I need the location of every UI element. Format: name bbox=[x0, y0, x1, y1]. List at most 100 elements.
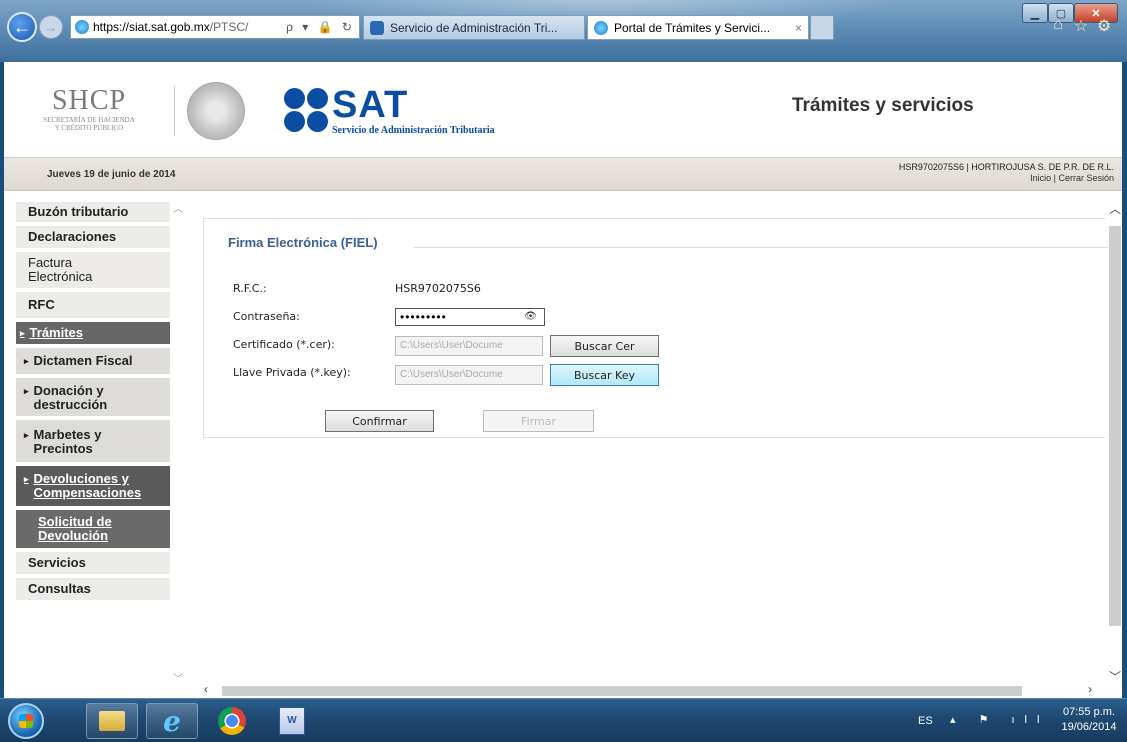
sat-logo-dot bbox=[307, 88, 328, 109]
chevron-up-icon[interactable]: ︿ bbox=[1108, 200, 1122, 217]
chrome-icon bbox=[218, 707, 246, 735]
chevron-left-icon[interactable]: ‹ bbox=[204, 682, 208, 696]
expand-arrow-icon: ▸ bbox=[20, 328, 25, 338]
expand-arrow-icon: ▸ bbox=[24, 430, 29, 440]
taskbar-word[interactable]: W bbox=[266, 703, 318, 739]
scroll-thumb[interactable] bbox=[222, 686, 1022, 696]
cert-label: Certificado (*.cer): bbox=[233, 338, 335, 351]
confirmar-button[interactable]: Confirmar bbox=[325, 410, 434, 432]
back-arrow-icon[interactable]: ← bbox=[7, 12, 37, 42]
language-indicator[interactable]: ES bbox=[918, 715, 933, 727]
sat-logo-dot bbox=[284, 88, 305, 109]
vertical-scrollbar[interactable]: ︿ ﹀ bbox=[1108, 196, 1122, 686]
windows-flag-icon bbox=[19, 714, 33, 728]
url-path: /PTSC/ bbox=[209, 20, 249, 34]
sidebar-item-donacion[interactable]: ▸ Donación y destrucción bbox=[16, 378, 170, 418]
sat-favicon-icon bbox=[370, 20, 384, 35]
sidebar-item-factura[interactable]: Factura Electrónica bbox=[16, 252, 170, 290]
sidebar-item-tramites[interactable]: ▸ Trámites bbox=[16, 322, 170, 346]
sidebar-item-declaraciones[interactable]: Declaraciones bbox=[16, 226, 170, 250]
chevron-down-icon[interactable]: ﹀ bbox=[172, 670, 184, 685]
star-icon[interactable]: ☆ bbox=[1071, 16, 1091, 36]
ie-favicon-icon bbox=[594, 20, 608, 35]
sidebar-item-rfc[interactable]: RFC bbox=[16, 292, 170, 320]
key-file-input[interactable]: C:\Users\User\Docume bbox=[395, 365, 543, 385]
sidebar-item-label: Declaraciones bbox=[28, 229, 117, 244]
sat-logo[interactable]: SAT Servicio de Administración Tributari… bbox=[284, 84, 544, 138]
chevron-up-icon[interactable]: ︿ bbox=[172, 200, 184, 215]
mexico-coat-of-arms-icon bbox=[187, 82, 245, 140]
word-icon: W bbox=[279, 707, 305, 735]
address-controls[interactable]: ρ ▾ 🔒 ↻ bbox=[286, 20, 355, 34]
tab-sat[interactable]: Servicio de Administración Tri... bbox=[363, 15, 585, 40]
cert-file-input[interactable]: C:\Users\User\Docume bbox=[395, 336, 543, 356]
key-label: Llave Privada (*.key): bbox=[233, 366, 351, 379]
show-password-icon[interactable]: 👁 bbox=[524, 309, 538, 325]
sat-logo-text: SAT bbox=[332, 84, 409, 126]
close-tab-icon[interactable]: × bbox=[795, 21, 802, 35]
sidebar-item-label: Donación y destrucción bbox=[33, 383, 108, 412]
sidebar-item-devoluciones[interactable]: ▸ Devoluciones y Compensaciones bbox=[16, 466, 170, 508]
buscar-cer-button[interactable]: Buscar Cer bbox=[550, 335, 659, 357]
taskbar-chrome[interactable] bbox=[206, 703, 258, 739]
minimize-button[interactable]: ▁ bbox=[1022, 3, 1048, 23]
folder-icon bbox=[99, 711, 125, 731]
gear-icon[interactable]: ⚙ bbox=[1094, 16, 1114, 36]
session-links[interactable]: Inicio | Cerrar Sesión bbox=[899, 173, 1114, 184]
browser-titlebar: ▁ ▢ ✕ ← → https://siat.sat.gob.mx /PTSC/… bbox=[0, 0, 1127, 62]
sat-logo-dot bbox=[284, 111, 305, 132]
sidebar-item-consultas[interactable]: Consultas bbox=[16, 578, 170, 602]
new-tab-button[interactable] bbox=[810, 15, 834, 40]
fieldset-border bbox=[414, 247, 1114, 248]
url-host: https://siat.sat.gob.mx bbox=[93, 20, 210, 34]
sidebar-item-label: Servicios bbox=[28, 555, 86, 570]
rfc-label: R.F.C.: bbox=[233, 282, 267, 295]
windows-start-icon[interactable] bbox=[8, 703, 44, 739]
info-bar: Jueves 19 de junio de 2014 HSR9702075S6 … bbox=[4, 157, 1122, 191]
expand-arrow-icon: ▸ bbox=[24, 474, 29, 484]
clock[interactable]: 07:55 p.m. 19/06/2014 bbox=[1058, 705, 1120, 735]
user-info: HSR9702075S6 | HORTIROJUSA S. DE P.R. DE… bbox=[899, 162, 1114, 184]
password-label: Contraseña: bbox=[233, 310, 300, 323]
sat-logo-sub: Servicio de Administración Tributaria bbox=[332, 125, 495, 136]
sidebar-item-label: Devoluciones y Compensaciones bbox=[33, 471, 142, 500]
sidebar-item-marbetes[interactable]: ▸ Marbetes y Precintos bbox=[16, 420, 170, 464]
main-content: Firma Electrónica (FIEL) R.F.C.: HSR9702… bbox=[190, 196, 1114, 688]
home-icon[interactable]: ⌂ bbox=[1048, 16, 1068, 36]
scroll-thumb[interactable] bbox=[1109, 226, 1121, 626]
tab-portal-tramites[interactable]: Portal de Trámites y Servici... × bbox=[587, 15, 809, 40]
chevron-down-icon[interactable]: ﹀ bbox=[1108, 668, 1122, 685]
fiel-panel: Firma Electrónica (FIEL) R.F.C.: HSR9702… bbox=[203, 218, 1114, 438]
password-field[interactable]: ••••••••• 👁 bbox=[395, 308, 545, 326]
address-bar[interactable]: https://siat.sat.gob.mx /PTSC/ ρ ▾ 🔒 ↻ bbox=[70, 15, 360, 39]
site-header: SHCP SECRETARÍA DE HACIENDA Y CRÉDITO PÚ… bbox=[4, 62, 1122, 157]
forward-arrow-icon[interactable]: → bbox=[39, 15, 63, 39]
sidebar-item-dictamen[interactable]: ▸ Dictamen Fiscal bbox=[16, 348, 170, 376]
firmar-button[interactable]: Firmar bbox=[483, 410, 594, 432]
sidebar-item-solicitud[interactable]: Solicitud de Devolución bbox=[16, 510, 170, 550]
rfc-value: HSR9702075S6 bbox=[395, 282, 481, 295]
buscar-key-button[interactable]: Buscar Key bbox=[550, 364, 659, 386]
sat-logo-dot bbox=[307, 111, 328, 132]
expand-arrow-icon: ▸ bbox=[24, 386, 29, 396]
taskbar-explorer[interactable] bbox=[86, 703, 138, 739]
system-tray[interactable]: ▴ ⚑ ıll bbox=[950, 713, 1049, 726]
sidebar-scrollbar[interactable]: ︿ ﹀ bbox=[172, 196, 184, 688]
sidebar-item-buzon[interactable]: Buzón tributario bbox=[16, 202, 170, 224]
chevron-right-icon[interactable]: › bbox=[1088, 682, 1092, 696]
web-page: SHCP SECRETARÍA DE HACIENDA Y CRÉDITO PÚ… bbox=[4, 62, 1122, 698]
sidebar-item-label: Dictamen Fiscal bbox=[33, 353, 133, 368]
sidebar-item-label: Trámites bbox=[29, 325, 84, 340]
tab-label: Servicio de Administración Tri... bbox=[390, 20, 558, 35]
expand-arrow-icon: ▸ bbox=[24, 356, 29, 366]
clock-time: 07:55 p.m. bbox=[1063, 706, 1115, 718]
shcp-logo-sub: SECRETARÍA DE HACIENDA bbox=[43, 116, 135, 124]
user-rfc-name: HSR9702075S6 | HORTIROJUSA S. DE P.R. DE… bbox=[898, 162, 1114, 172]
shcp-logo[interactable]: SHCP SECRETARÍA DE HACIENDA Y CRÉDITO PÚ… bbox=[19, 86, 159, 134]
clock-date: 19/06/2014 bbox=[1061, 721, 1117, 733]
sidebar-item-servicios[interactable]: Servicios bbox=[16, 552, 170, 576]
shcp-logo-sub: Y CRÉDITO PÚBLICO bbox=[54, 124, 124, 132]
taskbar-internet-explorer[interactable]: e bbox=[146, 703, 198, 739]
tab-label: Portal de Trámites y Servici... bbox=[614, 20, 771, 35]
horizontal-scrollbar[interactable]: ‹ › bbox=[200, 682, 1110, 698]
